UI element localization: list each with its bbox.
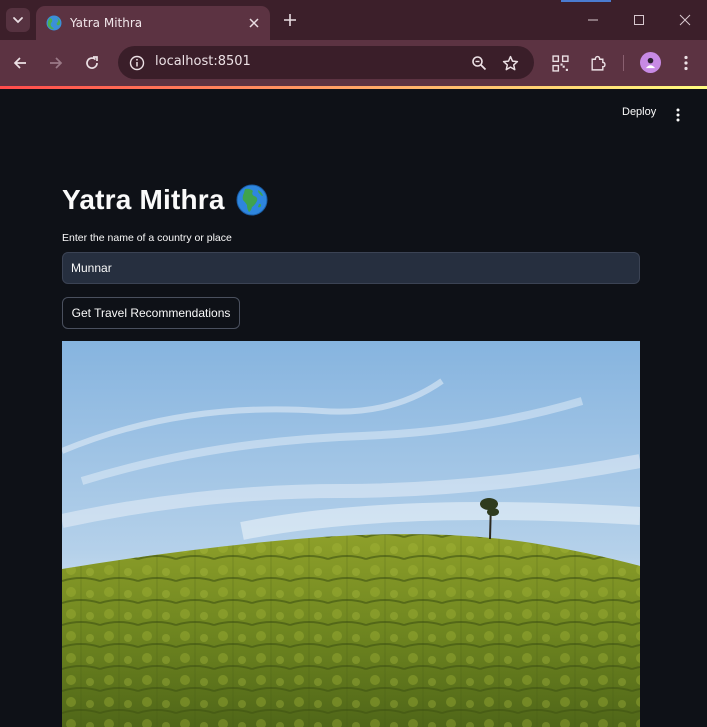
- tab-title: Yatra Mithra: [70, 16, 143, 30]
- get-recommendations-button[interactable]: Get Travel Recommendations: [62, 297, 240, 329]
- globe-icon: [46, 15, 62, 31]
- globe-africa-icon: [236, 184, 268, 216]
- more-vert-icon[interactable]: [675, 52, 697, 74]
- reload-icon[interactable]: [81, 52, 103, 74]
- site-info-icon[interactable]: [126, 52, 148, 74]
- place-input-label: Enter the name of a country or place: [62, 232, 232, 244]
- browser-tab-bar: Yatra Mithra: [0, 0, 707, 40]
- page-title: Yatra Mithra: [62, 184, 225, 215]
- back-arrow-icon[interactable]: [9, 52, 31, 74]
- browser-toolbar: localhost:8501: [0, 40, 707, 86]
- tea-plantation-image: [62, 341, 640, 727]
- tab-strip-accent: [561, 0, 611, 2]
- maximize-icon[interactable]: [629, 10, 649, 30]
- tab-search-icon[interactable]: [6, 8, 30, 32]
- plus-icon[interactable]: [280, 10, 300, 30]
- deploy-button[interactable]: Deploy: [614, 104, 664, 120]
- main-menu-icon[interactable]: [668, 105, 688, 125]
- title-row: Yatra Mithra: [62, 180, 268, 220]
- close-icon[interactable]: [246, 15, 262, 31]
- address-bar[interactable]: localhost:8501: [118, 46, 534, 79]
- zoom-icon[interactable]: [468, 52, 490, 74]
- qr-code-icon[interactable]: [549, 52, 571, 74]
- place-input[interactable]: [62, 252, 640, 284]
- star-icon[interactable]: [499, 52, 521, 74]
- minimize-icon[interactable]: [583, 10, 603, 30]
- browser-tab[interactable]: Yatra Mithra: [36, 6, 270, 40]
- extensions-icon[interactable]: [586, 52, 608, 74]
- toolbar-separator: [623, 55, 624, 71]
- app-header: Deploy: [0, 89, 707, 141]
- url-text: localhost:8501: [155, 54, 251, 69]
- forward-arrow-icon[interactable]: [45, 52, 67, 74]
- close-window-icon[interactable]: [675, 10, 695, 30]
- profile-avatar[interactable]: [640, 52, 661, 73]
